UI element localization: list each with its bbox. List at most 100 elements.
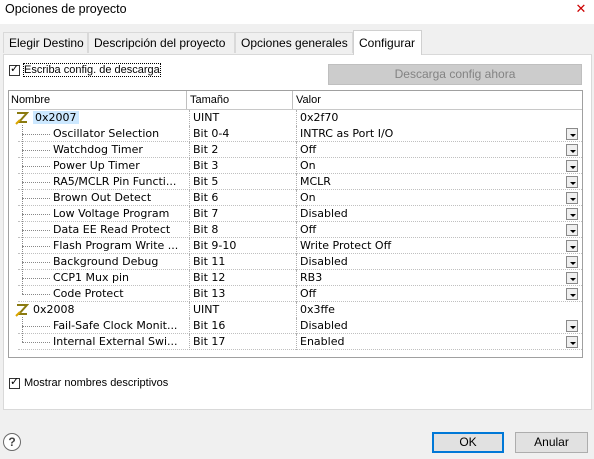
item-name: Fail-Safe Clock Monit... <box>53 319 178 332</box>
config-item-row[interactable]: Internal External Swi... Bit 17 Enabled <box>9 334 582 350</box>
item-value[interactable]: Off <box>300 142 316 158</box>
download-config-button[interactable]: Descarga config ahora <box>328 64 582 85</box>
close-icon[interactable]: ✕ <box>574 2 588 16</box>
item-name: Flash Program Write ... <box>53 239 179 252</box>
item-size: Bit 7 <box>193 207 219 220</box>
dropdown-arrow-icon[interactable] <box>566 176 578 188</box>
dropdown-arrow-icon[interactable] <box>566 224 578 236</box>
dropdown-arrow-icon[interactable] <box>566 240 578 252</box>
config-item-row[interactable]: Watchdog Timer Bit 2 Off <box>9 142 582 158</box>
write-config-checkbox[interactable]: ✓ <box>9 63 20 76</box>
dropdown-arrow-icon[interactable] <box>566 160 578 172</box>
tab-configurar[interactable]: Configurar <box>353 30 422 55</box>
column-header-size[interactable]: Tamaño <box>188 91 229 109</box>
item-size: Bit 0-4 <box>193 127 230 140</box>
item-size: Bit 2 <box>193 143 219 156</box>
window-title: Opciones de proyecto <box>5 2 127 16</box>
cell-divider <box>189 110 191 126</box>
cell-divider <box>189 254 191 270</box>
cell-divider <box>296 142 298 158</box>
chevron-down-icon <box>570 278 576 281</box>
cell-divider <box>189 142 191 158</box>
cancel-button[interactable]: Anular <box>515 432 588 453</box>
item-name: CCP1 Mux pin <box>53 271 129 284</box>
config-item-row[interactable]: Fail-Safe Clock Monit... Bit 16 Disabled <box>9 318 582 334</box>
tree-connector <box>22 246 50 247</box>
cell-divider <box>296 318 298 334</box>
item-name: Power Up Timer <box>53 159 140 172</box>
dropdown-arrow-icon[interactable] <box>566 144 578 156</box>
tree-connector <box>22 182 50 183</box>
cell-divider <box>189 206 191 222</box>
item-value[interactable]: Disabled <box>300 318 348 334</box>
item-value[interactable]: Enabled <box>300 334 344 350</box>
group-name: 0x2007 <box>33 111 79 124</box>
checkmark-icon: ✓ <box>10 63 20 75</box>
config-item-row[interactable]: Low Voltage Program Bit 7 Disabled <box>9 206 582 222</box>
cell-divider <box>296 302 298 318</box>
config-item-row[interactable]: Code Protect Bit 13 Off <box>9 286 582 302</box>
chevron-down-icon <box>570 294 576 297</box>
dropdown-arrow-icon[interactable] <box>566 256 578 268</box>
item-value[interactable]: On <box>300 158 316 174</box>
config-group-row[interactable]: 0x2008 UINT 0x3ffe <box>9 302 582 318</box>
cell-divider <box>189 174 191 190</box>
column-divider[interactable] <box>292 91 293 109</box>
config-item-row[interactable]: CCP1 Mux pin Bit 12 RB3 <box>9 270 582 286</box>
item-name: Oscillator Selection <box>53 127 160 140</box>
dropdown-arrow-icon[interactable] <box>566 208 578 220</box>
show-names-checkbox[interactable]: ✓ <box>9 376 20 389</box>
item-value[interactable]: Off <box>300 222 316 238</box>
config-item-row[interactable]: Flash Program Write ... Bit 9-10 Write Pro… <box>9 238 582 254</box>
register-icon <box>15 112 29 125</box>
config-item-row[interactable]: Oscillator Selection Bit 0-4 INTRC as Port… <box>9 126 582 142</box>
dropdown-arrow-icon[interactable] <box>566 128 578 140</box>
item-name: Background Debug <box>53 255 159 268</box>
cell-divider <box>296 110 298 126</box>
tree-connector <box>22 326 50 327</box>
config-item-row[interactable]: Data EE Read Protect Bit 8 Off <box>9 222 582 238</box>
cell-divider <box>296 238 298 254</box>
dropdown-arrow-icon[interactable] <box>566 272 578 284</box>
write-config-label[interactable]: Escriba config. de descarga <box>23 63 161 77</box>
config-item-row[interactable]: Power Up Timer Bit 3 On <box>9 158 582 174</box>
item-value[interactable]: RB3 <box>300 270 322 286</box>
item-size: Bit 3 <box>193 159 219 172</box>
column-header-name[interactable]: Nombre <box>9 91 50 109</box>
item-size: Bit 12 <box>193 271 226 284</box>
item-name: Brown Out Detect <box>53 191 152 204</box>
ok-button[interactable]: OK <box>432 432 504 453</box>
config-item-row[interactable]: Brown Out Detect Bit 6 On <box>9 190 582 206</box>
tree-connector <box>22 134 50 135</box>
config-item-row[interactable]: RA5/MCLR Pin Functi... Bit 5 MCLR <box>9 174 582 190</box>
cell-divider <box>296 270 298 286</box>
item-name: Data EE Read Protect <box>53 223 171 236</box>
register-icon <box>15 304 29 317</box>
tab-descripcion-proyecto[interactable]: Descripción del proyecto <box>88 32 235 53</box>
dropdown-arrow-icon[interactable] <box>566 192 578 204</box>
cell-divider <box>189 126 191 142</box>
column-divider[interactable] <box>186 91 187 109</box>
show-names-label[interactable]: Mostrar nombres descriptivos <box>24 377 168 389</box>
column-header-value[interactable]: Valor <box>294 91 321 109</box>
item-value[interactable]: Off <box>300 286 316 302</box>
item-value[interactable]: INTRC as Port I/O <box>300 126 393 142</box>
dropdown-arrow-icon[interactable] <box>566 320 578 332</box>
tab-elegir-destino[interactable]: Elegir Destino <box>3 32 88 53</box>
dropdown-arrow-icon[interactable] <box>566 336 578 348</box>
tab-opciones-generales[interactable]: Opciones generales <box>235 32 353 53</box>
tree-connector <box>22 214 50 215</box>
item-value[interactable]: MCLR <box>300 174 331 190</box>
item-value[interactable]: On <box>300 190 316 206</box>
checkmark-icon: ✓ <box>10 376 20 388</box>
cell-divider <box>189 158 191 174</box>
dropdown-arrow-icon[interactable] <box>566 288 578 300</box>
item-size: Bit 17 <box>193 335 226 348</box>
cell-divider <box>189 286 191 302</box>
item-value[interactable]: Disabled <box>300 206 348 222</box>
item-value[interactable]: Write Protect Off <box>300 238 391 254</box>
config-group-row[interactable]: 0x2007 UINT 0x2f70 <box>9 110 582 126</box>
config-item-row[interactable]: Background Debug Bit 11 Disabled <box>9 254 582 270</box>
item-value[interactable]: Disabled <box>300 254 348 270</box>
help-icon[interactable]: ? <box>3 433 21 451</box>
